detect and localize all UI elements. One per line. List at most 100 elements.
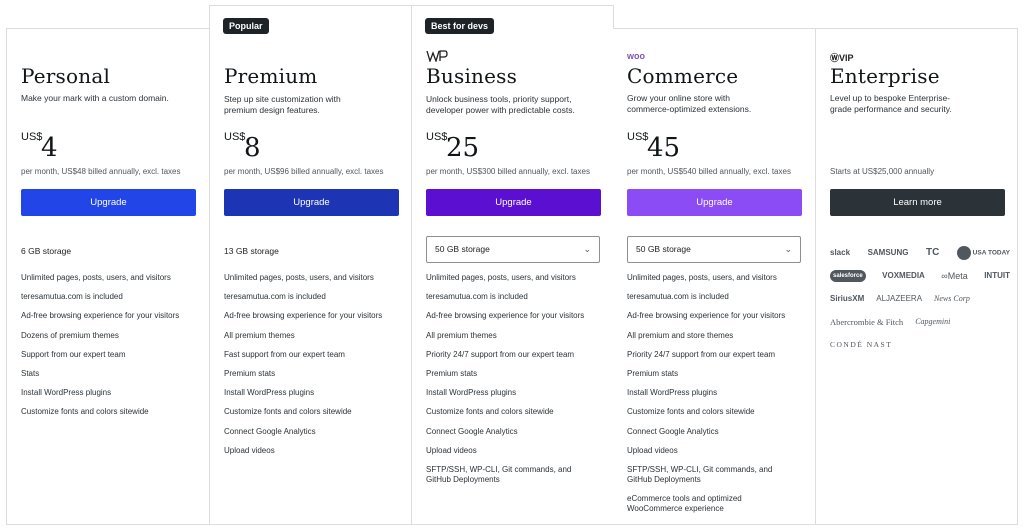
feature-item: Unlimited pages, posts, users, and visit…	[426, 273, 576, 282]
price-amount: 4	[41, 133, 58, 163]
feature-item: teresamutua.com is included	[426, 292, 528, 302]
feature-item: Upload videos	[224, 445, 275, 455]
upgrade-button[interactable]: Upgrade	[627, 189, 802, 216]
chevron-down-icon: ⌄	[784, 244, 792, 254]
feature-item: Upload videos	[627, 445, 678, 455]
currency-label: US$	[426, 131, 448, 143]
wp-logo-icon	[426, 50, 448, 64]
siriusxm-logo-icon: SiriusXM	[830, 294, 865, 303]
logo-row: SiriusXM ALJAZEERA News Corp	[830, 287, 1010, 310]
wordpress-logo-icon	[426, 50, 448, 64]
feature-item: Unlimited pages, posts, users, and visit…	[21, 273, 171, 282]
upgrade-button[interactable]: Upgrade	[21, 189, 196, 216]
meta-logo-text: Meta	[947, 270, 968, 281]
feature-item: Customize fonts and colors sitewide	[224, 407, 352, 417]
plan-description: Grow your online store with commerce-opt…	[627, 93, 752, 114]
feature-item: Support from our expert team	[21, 349, 126, 359]
currency-label: US$	[224, 131, 246, 143]
plan-description: Level up to bespoke Enterprise-grade per…	[830, 93, 952, 114]
feature-item: Install WordPress plugins	[627, 388, 718, 398]
starting-price-note: Starts at US$25,000 annually	[830, 167, 935, 176]
feature-item: Priority 24/7 support from our expert te…	[627, 349, 776, 359]
upgrade-button[interactable]: Upgrade	[426, 189, 601, 216]
feature-item: Ad-free browsing experience for your vis…	[426, 311, 585, 321]
billing-note: per month, US$96 billed annually, excl. …	[224, 167, 384, 176]
currency-label: US$	[21, 131, 43, 143]
pricing-plans: Personal Make your mark with a custom do…	[6, 0, 1018, 530]
feature-item: Stats	[21, 368, 40, 378]
feature-item: eCommerce tools and optimized WooCommerc…	[627, 494, 742, 514]
plan-title: Commerce	[627, 64, 739, 88]
feature-item: teresamutua.com is included	[21, 292, 123, 302]
feature-item: Dozens of premium themes	[21, 330, 119, 340]
feature-item: Fast support from our expert team	[224, 349, 345, 359]
price-amount: 45	[647, 133, 681, 163]
plan-description: Unlock business tools, priority support,…	[426, 94, 575, 115]
upgrade-button[interactable]: Upgrade	[224, 189, 399, 216]
feature-item: Install WordPress plugins	[21, 388, 112, 398]
learn-more-button[interactable]: Learn more	[830, 189, 1005, 216]
feature-list: Unlimited pages, posts, users, and visit…	[426, 273, 606, 494]
billing-note: per month, US$300 billed annually, excl.…	[426, 167, 590, 176]
feature-item: Premium stats	[426, 368, 478, 378]
plan-card-business: Best for devs Business Unlock business t…	[411, 5, 614, 525]
price-amount: 25	[446, 133, 480, 163]
plan-title: Business	[426, 64, 518, 88]
plan-title: Premium	[224, 64, 318, 88]
slack-logo-icon: slack	[830, 248, 851, 257]
aljazeera-logo-icon: ALJAZEERA	[876, 294, 923, 303]
feature-list: Unlimited pages, posts, users, and visit…	[21, 273, 201, 427]
capgemini-logo-icon: Capgemini	[915, 317, 951, 326]
wordpress-mark-icon: Ⓦ	[830, 54, 840, 64]
salesforce-logo-icon: salesforce	[830, 269, 866, 282]
feature-item: Connect Google Analytics	[627, 426, 719, 436]
feature-item: Unlimited pages, posts, users, and visit…	[224, 273, 374, 282]
feature-item: Customize fonts and colors sitewide	[21, 407, 149, 417]
feature-item: Unlimited pages, posts, users, and visit…	[627, 273, 777, 282]
usa-today-text: USA TODAY	[972, 249, 1010, 257]
feature-item: Connect Google Analytics	[224, 426, 316, 436]
feature-list: Unlimited pages, posts, users, and visit…	[627, 273, 807, 523]
currency-label: US$	[627, 131, 649, 143]
feature-item: Premium stats	[224, 368, 276, 378]
usa-today-logo-icon: USA TODAY	[956, 245, 1010, 260]
customer-logos: slack SAMSUNG TC USA TODAY salesforce VO…	[830, 241, 1010, 356]
feature-list: Unlimited pages, posts, users, and visit…	[224, 273, 404, 465]
feature-item: Priority 24/7 support from our expert te…	[426, 349, 575, 359]
feature-item: Install WordPress plugins	[426, 388, 517, 398]
logo-row: CONDÉ NAST	[830, 333, 1010, 356]
popular-badge: Popular	[223, 18, 269, 34]
feature-item: SFTP/SSH, WP-CLI, Git commands, and GitH…	[426, 464, 572, 484]
news-corp-logo-icon: News Corp	[934, 294, 970, 303]
plan-description: Step up site customization with premium …	[224, 94, 341, 115]
feature-item: teresamutua.com is included	[224, 292, 326, 302]
meta-logo-icon: ∞Meta	[941, 271, 967, 281]
logo-row: slack SAMSUNG TC USA TODAY	[830, 241, 1010, 264]
billing-note: per month, US$540 billed annually, excl.…	[627, 167, 791, 176]
feature-item: Customize fonts and colors sitewide	[426, 407, 554, 417]
feature-item: Connect Google Analytics	[426, 426, 518, 436]
plan-description: Make your mark with a custom domain.	[21, 93, 169, 103]
feature-item: SFTP/SSH, WP-CLI, Git commands, and GitH…	[627, 464, 773, 484]
storage-selected-value: 50 GB storage	[435, 244, 490, 254]
logo-row: Abercrombie & Fitch Capgemini	[830, 310, 1010, 333]
vip-logo-text: VIP	[839, 53, 854, 63]
plan-card-premium: Popular Premium Step up site customizati…	[209, 5, 412, 525]
feature-item: Upload videos	[426, 445, 477, 455]
storage-dropdown[interactable]: 50 GB storage ⌄	[426, 236, 600, 263]
feature-item: All premium themes	[426, 330, 497, 340]
voxmedia-logo-icon: VOXMEDIA	[882, 271, 925, 280]
abercrombie-logo-icon: Abercrombie & Fitch	[830, 316, 904, 327]
storage-label: 13 GB storage	[224, 246, 279, 256]
plan-card-commerce: woo Commerce Grow your online store with…	[613, 28, 816, 525]
price-amount: 8	[244, 133, 261, 163]
vip-logo-icon: ⓌVIP	[830, 51, 854, 65]
storage-dropdown[interactable]: 50 GB storage ⌄	[627, 236, 801, 263]
plan-card-enterprise: ⓌVIP Enterprise Level up to bespoke Ente…	[815, 28, 1018, 525]
woo-logo-icon: woo	[627, 51, 645, 61]
storage-selected-value: 50 GB storage	[636, 244, 691, 254]
feature-item: Install WordPress plugins	[224, 388, 315, 398]
plan-title: Enterprise	[830, 64, 940, 88]
chevron-down-icon: ⌄	[583, 244, 591, 254]
feature-item: All premium themes	[224, 330, 295, 340]
